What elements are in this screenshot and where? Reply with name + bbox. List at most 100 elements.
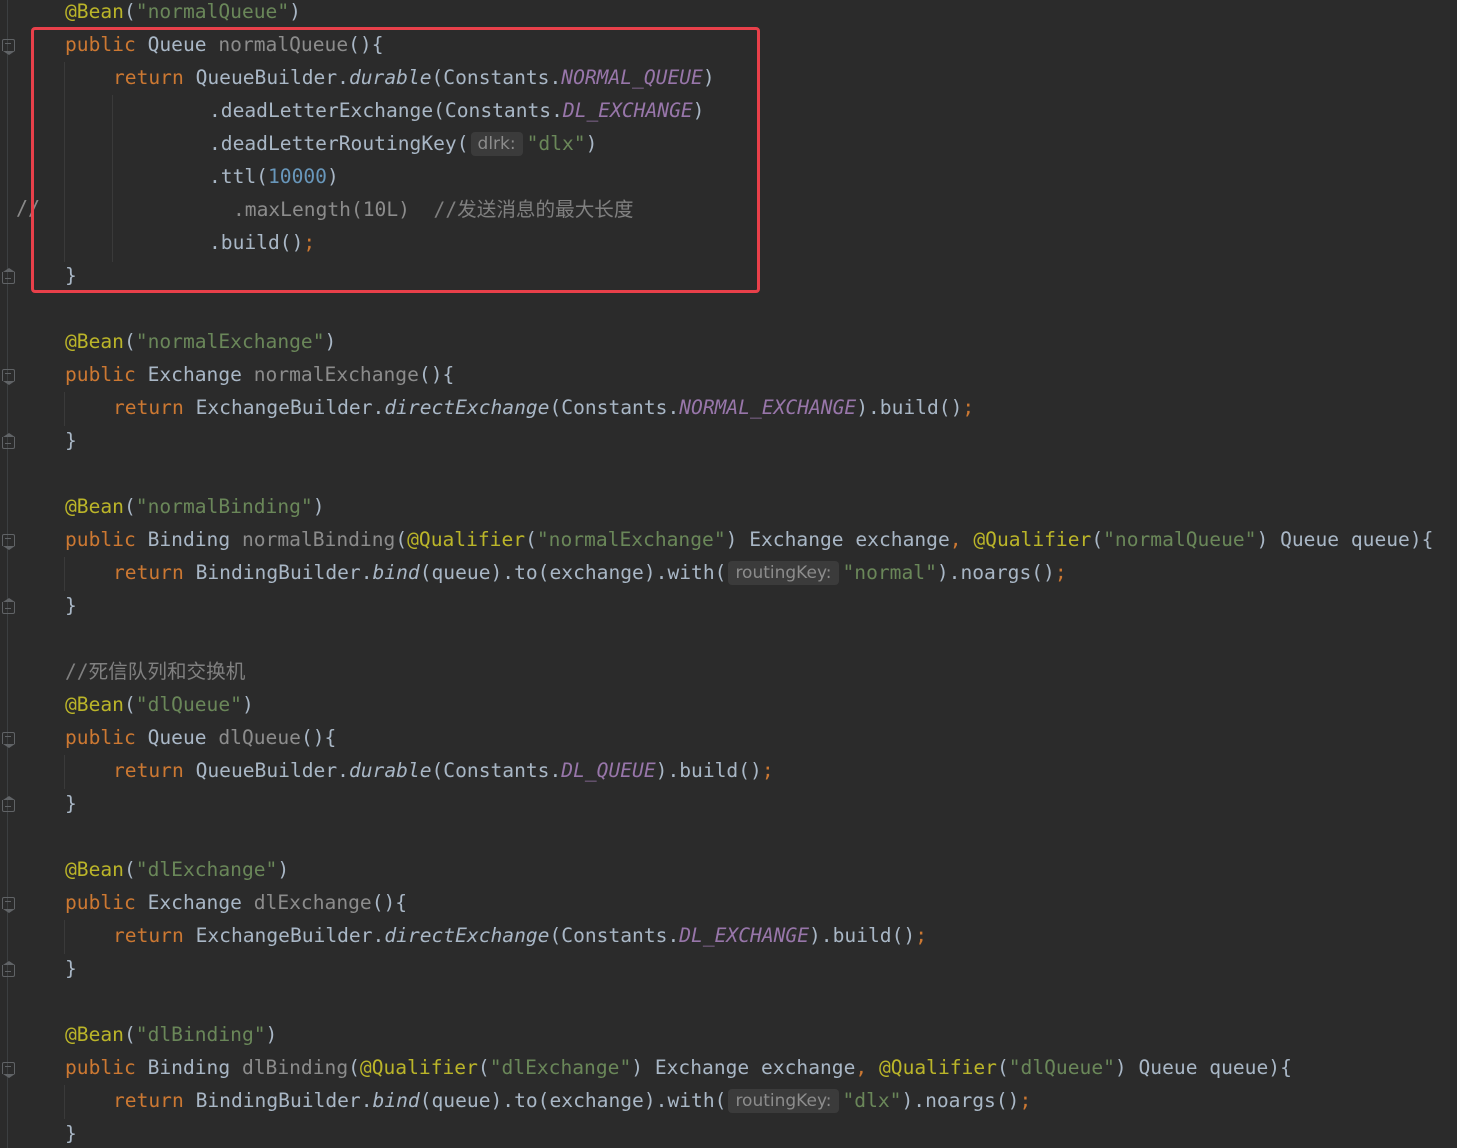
punctuation: ( bbox=[395, 528, 408, 551]
string-literal: "normalQueue" bbox=[135, 0, 290, 23]
punctuation: , bbox=[949, 528, 974, 551]
method-name: dlBinding bbox=[241, 1056, 349, 1079]
annotation: @Bean bbox=[65, 858, 124, 881]
type-name: Binding bbox=[135, 528, 242, 551]
static-method: directExchange bbox=[384, 396, 550, 419]
static-method: directExchange bbox=[384, 924, 550, 947]
fold-close-icon[interactable] bbox=[2, 961, 15, 977]
string-literal: "dlBinding" bbox=[135, 1023, 266, 1046]
type-name: Binding bbox=[135, 1056, 242, 1079]
annotation-args: ("normalExchange") bbox=[525, 528, 738, 551]
keyword: return bbox=[113, 1089, 184, 1112]
fold-open-icon[interactable] bbox=[2, 732, 15, 748]
code-line: @Bean("dlBinding") bbox=[65, 1022, 277, 1055]
code-text: ).noargs() bbox=[901, 1089, 1020, 1112]
class-ref: BindingBuilder. bbox=[183, 561, 373, 584]
string-literal: "dlQueue" bbox=[1008, 1056, 1115, 1079]
annotation-args: ("normalBinding") bbox=[123, 495, 325, 518]
fold-close-icon[interactable] bbox=[2, 433, 15, 449]
type-name: Queue bbox=[135, 726, 219, 749]
code-text: ).build() bbox=[809, 924, 916, 947]
annotation-args: ("dlExchange") bbox=[123, 858, 290, 881]
static-method: durable bbox=[348, 759, 432, 782]
method-name: dlQueue bbox=[218, 726, 301, 749]
fold-open-icon[interactable] bbox=[2, 39, 15, 55]
closing-brace: } bbox=[65, 594, 77, 617]
annotation-args: ("normalQueue") bbox=[1091, 528, 1269, 551]
code-line: @Bean("normalExchange") bbox=[65, 329, 336, 362]
comment: //死信队列和交换机 bbox=[65, 660, 246, 683]
string-literal: "normal" bbox=[842, 561, 937, 584]
code-line: @Bean("normalBinding") bbox=[65, 494, 325, 527]
string-literal: "dlQueue" bbox=[135, 693, 242, 716]
code-line: return ExchangeBuilder.directExchange(Co… bbox=[65, 923, 927, 956]
string-literal: "dlExchange" bbox=[489, 1056, 632, 1079]
code-text: (Constants. bbox=[431, 759, 562, 782]
keyword: return bbox=[113, 396, 184, 419]
highlight-box bbox=[31, 27, 760, 293]
parameter: Exchange exchange bbox=[643, 1056, 856, 1079]
code-text: ).build() bbox=[856, 396, 963, 419]
fold-close-icon[interactable] bbox=[2, 268, 15, 284]
fold-open-icon[interactable] bbox=[2, 534, 15, 550]
fold-open-icon[interactable] bbox=[2, 897, 15, 913]
code-text: (queue).to(exchange).with( bbox=[419, 561, 727, 584]
code-line: } bbox=[65, 956, 77, 989]
code-line: //死信队列和交换机 bbox=[65, 659, 245, 692]
string-literal: "dlExchange" bbox=[135, 858, 278, 881]
method-name: normalBinding bbox=[241, 528, 396, 551]
punctuation: , bbox=[855, 1056, 879, 1079]
annotation-args: ("dlBinding") bbox=[123, 1023, 278, 1046]
keyword: return bbox=[113, 561, 184, 584]
string-literal: "normalBinding" bbox=[135, 495, 313, 518]
code-line: public Exchange normalExchange(){ bbox=[65, 362, 454, 395]
parameter: Queue queue){ bbox=[1126, 1056, 1292, 1079]
annotation: @Bean bbox=[65, 330, 124, 353]
fold-close-icon[interactable] bbox=[2, 598, 15, 614]
punctuation: ( bbox=[348, 1056, 360, 1079]
closing-brace: } bbox=[65, 957, 77, 980]
code-editor[interactable]: // @Bean("normalQueue") public Queue nor… bbox=[0, 0, 1457, 1148]
keyword: public bbox=[65, 363, 136, 386]
code-text: (Constants. bbox=[549, 396, 680, 419]
fold-open-icon[interactable] bbox=[2, 369, 15, 385]
type-name: Exchange bbox=[135, 363, 254, 386]
code-line: public Exchange dlExchange(){ bbox=[65, 890, 407, 923]
code-line: @Bean("dlExchange") bbox=[65, 857, 289, 890]
keyword: public bbox=[65, 891, 136, 914]
semicolon: ; bbox=[962, 396, 975, 419]
parameter: Queue queue){ bbox=[1268, 528, 1434, 551]
static-method: bind bbox=[372, 1089, 420, 1112]
method-name: dlExchange bbox=[253, 891, 372, 914]
annotation-args: ("normalExchange") bbox=[123, 330, 337, 353]
code-line: } bbox=[65, 791, 77, 824]
closing-brace: } bbox=[65, 429, 77, 452]
annotation: @Bean bbox=[65, 693, 124, 716]
punctuation: (){ bbox=[418, 363, 455, 386]
code-line: public Binding dlBinding(@Qualifier("dlE… bbox=[65, 1055, 1292, 1088]
string-literal: "normalExchange" bbox=[135, 330, 325, 353]
fold-open-icon[interactable] bbox=[2, 1062, 15, 1078]
class-ref: ExchangeBuilder. bbox=[183, 924, 385, 947]
parameter-hint: routingKey: bbox=[728, 1089, 839, 1113]
code-text: (Constants. bbox=[549, 924, 680, 947]
semicolon: ; bbox=[761, 759, 774, 782]
static-field: NORMAL_EXCHANGE bbox=[679, 396, 857, 419]
string-literal: "dlx" bbox=[842, 1089, 902, 1112]
class-ref: QueueBuilder. bbox=[183, 759, 349, 782]
annotation: @Qualifier bbox=[359, 1056, 478, 1079]
annotation: @Bean bbox=[65, 0, 124, 23]
code-line: public Binding normalBinding(@Qualifier(… bbox=[65, 527, 1433, 560]
type-name: Exchange bbox=[135, 891, 254, 914]
annotation: @Qualifier bbox=[878, 1056, 997, 1079]
fold-close-icon[interactable] bbox=[2, 796, 15, 812]
annotation: @Bean bbox=[65, 495, 124, 518]
closing-brace: } bbox=[65, 1122, 77, 1145]
closing-brace: } bbox=[65, 792, 77, 815]
static-method: bind bbox=[372, 561, 420, 584]
annotation-args: ("dlExchange") bbox=[477, 1056, 644, 1079]
parameter: Exchange exchange bbox=[737, 528, 950, 551]
code-line: } bbox=[65, 593, 77, 626]
semicolon: ; bbox=[1054, 561, 1067, 584]
code-text: (queue).to(exchange).with( bbox=[419, 1089, 727, 1112]
